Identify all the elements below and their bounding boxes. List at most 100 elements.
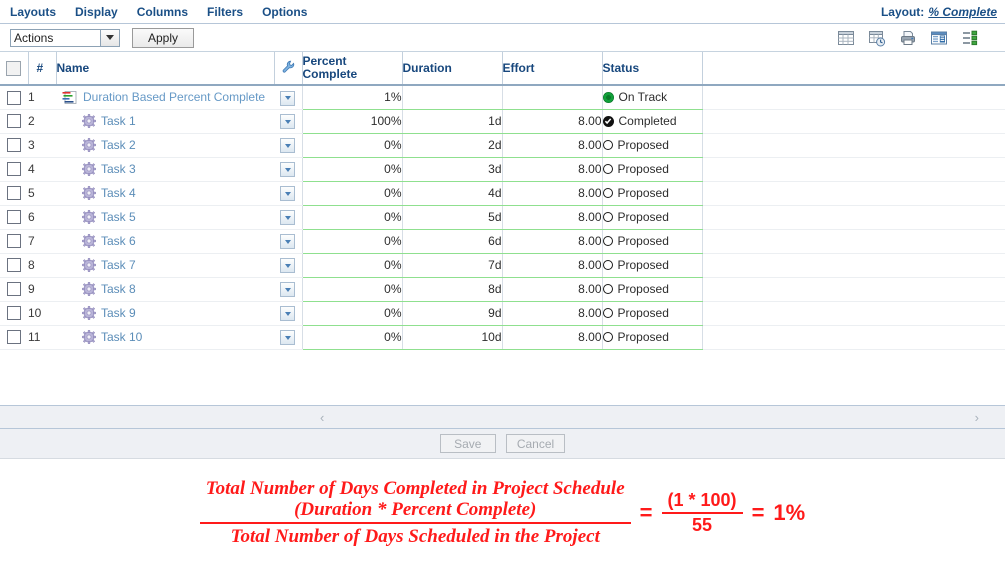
row-menu-cell[interactable] [274, 133, 303, 158]
table-row[interactable]: 8 Task 7 0% 7d 8.00 Proposed [0, 253, 1005, 278]
grid-icon[interactable] [837, 29, 855, 47]
row-status[interactable]: Proposed [602, 157, 703, 182]
table-row[interactable]: 3 Task 2 0% 2d 8.00 Proposed [0, 133, 1005, 158]
row-effort[interactable]: 8.00 [502, 325, 603, 350]
row-menu-cell[interactable] [274, 325, 303, 350]
row-dropdown-button[interactable] [280, 234, 296, 250]
row-select-cell[interactable] [0, 301, 28, 326]
row-menu-cell[interactable] [274, 229, 303, 254]
row-select-cell[interactable] [0, 205, 28, 230]
row-name-cell[interactable]: Task 2 [56, 133, 274, 158]
row-status[interactable]: Proposed [602, 325, 703, 350]
row-menu-cell[interactable] [274, 109, 303, 134]
row-percent-complete[interactable]: 0% [302, 301, 403, 326]
row-duration[interactable]: 4d [402, 181, 503, 206]
header-effort[interactable]: Effort [502, 52, 603, 86]
row-menu-cell[interactable] [274, 253, 303, 278]
horizontal-scrollbar[interactable]: ‹ › [0, 406, 1005, 429]
row-status[interactable]: Proposed [602, 205, 703, 230]
row-name-link[interactable]: Task 1 [101, 114, 136, 128]
cancel-button[interactable]: Cancel [505, 434, 566, 453]
row-status[interactable]: Proposed [602, 133, 703, 158]
row-duration[interactable]: 9d [402, 301, 503, 326]
row-duration[interactable]: 1d [402, 109, 503, 134]
row-status[interactable]: Proposed [602, 253, 703, 278]
row-checkbox[interactable] [7, 234, 21, 249]
row-name-cell[interactable]: Task 6 [56, 229, 274, 254]
table-row[interactable]: 6 Task 5 0% 5d 8.00 Proposed [0, 205, 1005, 230]
row-dropdown-button[interactable] [280, 186, 296, 202]
row-name-cell[interactable]: Task 7 [56, 253, 274, 278]
table-row[interactable]: 7 Task 6 0% 6d 8.00 Proposed [0, 229, 1005, 254]
row-name-link[interactable]: Task 7 [101, 258, 136, 272]
save-button[interactable]: Save [439, 434, 496, 453]
row-checkbox[interactable] [7, 210, 21, 225]
row-select-cell[interactable] [0, 229, 28, 254]
row-status[interactable]: Proposed [602, 181, 703, 206]
row-name-cell[interactable]: Task 10 [56, 325, 274, 350]
row-select-cell[interactable] [0, 85, 28, 110]
select-all-checkbox[interactable] [6, 60, 22, 76]
row-select-cell[interactable] [0, 325, 28, 350]
row-name-cell[interactable]: Task 3 [56, 157, 274, 182]
row-dropdown-button[interactable] [280, 306, 296, 322]
table-row[interactable]: 2 Task 1 100% 1d 8.00 Completed [0, 109, 1005, 134]
row-status[interactable]: Proposed [602, 301, 703, 326]
list-detail-icon[interactable] [961, 29, 979, 47]
row-status[interactable]: Completed [602, 109, 703, 134]
row-select-cell[interactable] [0, 133, 28, 158]
row-effort[interactable]: 8.00 [502, 229, 603, 254]
row-name-cell[interactable]: Task 4 [56, 181, 274, 206]
table-row[interactable]: 4 Task 3 0% 3d 8.00 Proposed [0, 157, 1005, 182]
table-row[interactable]: 9 Task 8 0% 8d 8.00 Proposed [0, 277, 1005, 302]
row-dropdown-button[interactable] [280, 210, 296, 226]
row-name-link[interactable]: Task 5 [101, 210, 136, 224]
row-dropdown-button[interactable] [280, 258, 296, 274]
row-duration[interactable] [402, 85, 503, 110]
row-percent-complete[interactable]: 0% [302, 325, 403, 350]
row-percent-complete[interactable]: 0% [302, 253, 403, 278]
table-row[interactable]: 1 Duration Based Percent Complete 1% On … [0, 85, 1005, 110]
row-effort[interactable]: 8.00 [502, 205, 603, 230]
row-name-link[interactable]: Duration Based Percent Complete [83, 90, 265, 104]
row-effort[interactable]: 8.00 [502, 181, 603, 206]
actions-select[interactable]: Actions [10, 28, 120, 47]
row-menu-cell[interactable] [274, 301, 303, 326]
row-name-link[interactable]: Task 4 [101, 186, 136, 200]
row-dropdown-button[interactable] [280, 114, 296, 130]
row-dropdown-button[interactable] [280, 138, 296, 154]
row-name-link[interactable]: Task 9 [101, 306, 136, 320]
row-checkbox[interactable] [7, 162, 21, 177]
row-name-link[interactable]: Task 3 [101, 162, 136, 176]
row-effort[interactable] [502, 85, 603, 110]
row-effort[interactable]: 8.00 [502, 109, 603, 134]
row-effort[interactable]: 8.00 [502, 301, 603, 326]
header-name[interactable]: Name [56, 52, 275, 86]
header-duration[interactable]: Duration [402, 52, 503, 86]
row-name-link[interactable]: Task 6 [101, 234, 136, 248]
scroll-left-arrow[interactable]: ‹ [320, 406, 324, 428]
row-duration[interactable]: 7d [402, 253, 503, 278]
row-name-link[interactable]: Task 10 [101, 330, 142, 344]
row-menu-cell[interactable] [274, 157, 303, 182]
row-name-cell[interactable]: Task 9 [56, 301, 274, 326]
row-checkbox[interactable] [7, 282, 21, 297]
row-name-cell[interactable]: Task 8 [56, 277, 274, 302]
row-checkbox[interactable] [7, 186, 21, 201]
grid-clock-icon[interactable] [868, 29, 886, 47]
row-effort[interactable]: 8.00 [502, 157, 603, 182]
scroll-right-arrow[interactable]: › [975, 406, 979, 428]
row-effort[interactable]: 8.00 [502, 253, 603, 278]
row-checkbox[interactable] [7, 138, 21, 153]
apply-button[interactable]: Apply [132, 27, 194, 48]
row-duration[interactable]: 2d [402, 133, 503, 158]
row-percent-complete[interactable]: 0% [302, 277, 403, 302]
table-row[interactable]: 5 Task 4 0% 4d 8.00 Proposed [0, 181, 1005, 206]
layout-value-link[interactable]: % Complete [928, 5, 997, 19]
header-select-all[interactable] [0, 52, 29, 86]
row-status[interactable]: Proposed [602, 229, 703, 254]
row-effort[interactable]: 8.00 [502, 277, 603, 302]
header-status[interactable]: Status [602, 52, 703, 86]
row-name-cell[interactable]: Task 1 [56, 109, 274, 134]
row-name-link[interactable]: Task 2 [101, 138, 136, 152]
